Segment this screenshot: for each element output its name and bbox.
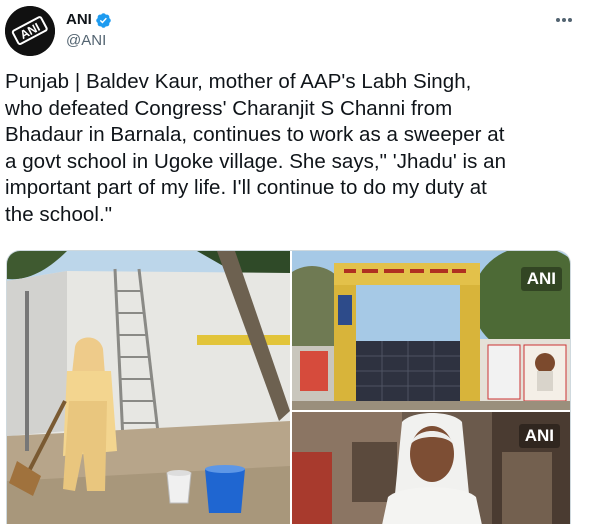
tweet-text-line: the school." xyxy=(5,202,113,226)
display-name[interactable]: ANI xyxy=(66,11,92,29)
tweet-text-line: who defeated Congress' Charanjit S Chann… xyxy=(5,96,453,120)
tweet-text-line: a govt school in Ugoke village. She says… xyxy=(5,149,507,173)
user-name-row[interactable]: ANI xyxy=(66,11,112,29)
photo-sweeping-woman[interactable] xyxy=(7,251,290,524)
tweet-text-line: Punjab | Baldev Kaur, mother of AAP's La… xyxy=(5,70,472,93)
photo-baldev-kaur-portrait[interactable]: ANI xyxy=(292,412,570,524)
more-options-icon xyxy=(556,18,572,22)
tweet-header: ANI ANI @ANI xyxy=(0,0,591,62)
ani-logo-icon: ANI xyxy=(5,6,55,56)
tweet-text: Punjab | Baldev Kaur, mother of AAP's La… xyxy=(5,69,580,228)
photo-school-gate[interactable]: ANI xyxy=(292,251,570,410)
photo-sweeping-woman-image xyxy=(7,251,290,524)
tweet-text-line: Bhadaur in Barnala, continues to work as… xyxy=(5,123,505,146)
more-options-button[interactable] xyxy=(553,11,575,29)
avatar[interactable]: ANI xyxy=(5,6,55,56)
media-grid: ANI ANI xyxy=(6,250,571,524)
ani-watermark: ANI xyxy=(518,424,560,448)
verified-badge-icon xyxy=(96,12,111,28)
user-handle[interactable]: @ANI xyxy=(66,32,106,50)
tweet-text-line: important part of my life. I'll continue… xyxy=(5,176,487,199)
ani-watermark: ANI xyxy=(520,267,562,291)
